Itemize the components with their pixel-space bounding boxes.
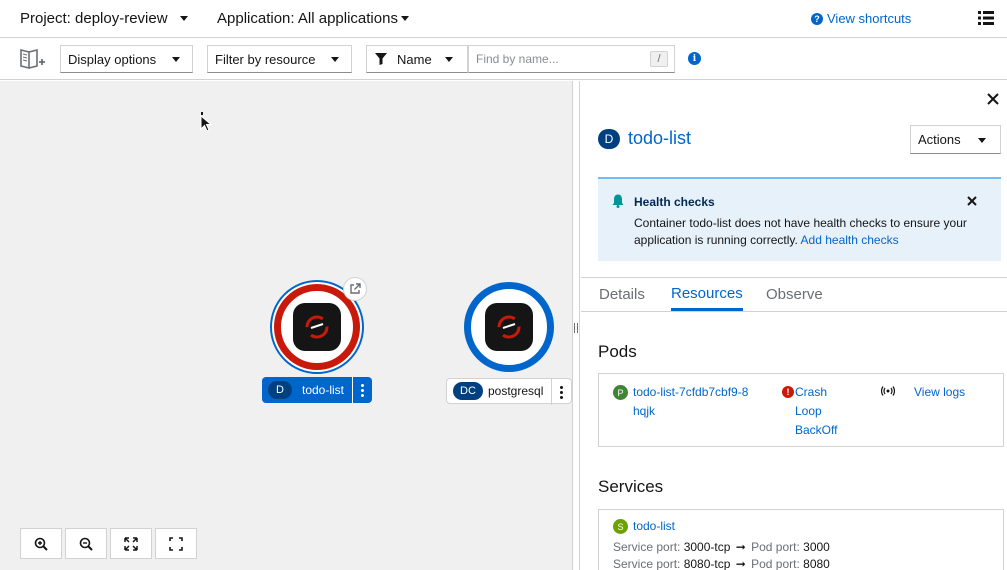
expand-icon bbox=[169, 536, 183, 551]
service-port-label: Service port: bbox=[613, 557, 681, 570]
deploymentconfig-badge: DC bbox=[453, 382, 483, 400]
pod-name-link[interactable]: todo-list-7cfdb7cbf9-8hqjk bbox=[633, 383, 753, 421]
info-icon[interactable]: i bbox=[688, 52, 701, 65]
project-selector-label: Project: deploy-review bbox=[20, 10, 168, 27]
tab-observe[interactable]: Observe bbox=[766, 278, 823, 311]
list-view-icon[interactable] bbox=[978, 11, 994, 25]
find-by-name-input[interactable]: Find by name... / bbox=[468, 45, 675, 73]
alert-title: Health checks bbox=[634, 195, 715, 209]
panel-title: D todo-list bbox=[598, 128, 691, 149]
actions-label: Actions bbox=[918, 132, 961, 147]
topology-node-todo-list[interactable] bbox=[270, 277, 367, 375]
openshift-runtime-icon bbox=[485, 303, 533, 351]
filter-icon bbox=[375, 53, 387, 65]
health-checks-alert: Health checks Container todo-list does n… bbox=[598, 177, 1001, 261]
expand-arrows-icon bbox=[124, 536, 138, 551]
alert-body: Container todo-list does not have health… bbox=[634, 215, 974, 249]
pod-port-label: Pod port: bbox=[751, 540, 800, 554]
caret-down-icon bbox=[331, 57, 339, 62]
arrow-right-icon: ➞ bbox=[735, 557, 746, 570]
node-name: todo-list bbox=[302, 383, 345, 397]
tab-resources[interactable]: Resources bbox=[671, 278, 743, 311]
pod-port-value: 8080 bbox=[803, 557, 830, 570]
openshift-runtime-icon bbox=[293, 303, 341, 351]
node-name: postgresql bbox=[488, 384, 544, 398]
find-by-name-placeholder: Find by name... bbox=[476, 52, 559, 66]
services-heading: Services bbox=[598, 477, 664, 496]
resource-side-panel: D todo-list Actions Health checks Contai… bbox=[581, 81, 1007, 570]
service-port-value: 3000-tcp bbox=[683, 540, 731, 554]
view-logs-link[interactable]: View logs bbox=[914, 383, 965, 402]
bell-icon bbox=[612, 194, 624, 208]
node-label-todo-list[interactable]: D todo-list bbox=[262, 377, 372, 403]
topology-canvas[interactable]: D todo-list DC postgresql bbox=[0, 81, 572, 570]
tab-details[interactable]: Details bbox=[599, 278, 645, 311]
pods-heading: Pods bbox=[598, 342, 637, 361]
kebab-menu-icon[interactable] bbox=[551, 379, 571, 405]
view-shortcuts-label: View shortcuts bbox=[827, 11, 912, 26]
filter-type-label: Name bbox=[397, 51, 432, 67]
view-shortcuts-link[interactable]: ? View shortcuts bbox=[811, 11, 911, 26]
filter-by-resource-dropdown[interactable]: Filter by resource bbox=[207, 45, 352, 73]
caret-down-icon bbox=[179, 16, 188, 21]
reset-view-button[interactable] bbox=[155, 528, 197, 559]
project-selector[interactable]: Project: deploy-review bbox=[20, 10, 188, 27]
service-port-line: Service port: 8080-tcp ➞ Pod port: 8080 bbox=[613, 557, 830, 570]
caret-down-icon bbox=[400, 16, 409, 21]
close-icon[interactable] bbox=[967, 196, 977, 206]
service-port-label: Service port: bbox=[613, 540, 681, 554]
deployment-badge: D bbox=[268, 381, 292, 399]
service-badge: S bbox=[613, 519, 628, 534]
pod-badge: P bbox=[613, 385, 628, 400]
error-circle-icon: ! bbox=[782, 386, 794, 398]
pod-status-link[interactable]: Crash Loop BackOff bbox=[795, 383, 855, 440]
quick-search-icon[interactable] bbox=[20, 48, 46, 70]
open-url-icon[interactable] bbox=[343, 277, 367, 301]
drag-grip-icon bbox=[574, 323, 578, 333]
caret-down-icon bbox=[978, 138, 986, 143]
actions-dropdown[interactable]: Actions bbox=[910, 125, 1001, 154]
pod-port-label: Pod port: bbox=[751, 557, 800, 570]
pod-row: P todo-list-7cfdb7cbf9-8hqjk ! Crash Loo… bbox=[598, 373, 1004, 447]
zoom-out-button[interactable] bbox=[65, 528, 107, 559]
zoom-controls bbox=[20, 528, 197, 559]
kebab-menu-icon[interactable] bbox=[352, 377, 372, 403]
filter-by-resource-label: Filter by resource bbox=[215, 51, 316, 67]
signal-icon bbox=[881, 386, 895, 396]
close-icon[interactable] bbox=[986, 92, 1000, 106]
application-selector[interactable]: Application: All applications bbox=[217, 10, 409, 27]
zoom-in-icon bbox=[34, 537, 48, 551]
application-selector-label: Application: All applications bbox=[217, 10, 398, 27]
zoom-in-button[interactable] bbox=[20, 528, 62, 559]
mouse-cursor-icon bbox=[200, 112, 213, 132]
service-port-value: 8080-tcp bbox=[683, 557, 731, 570]
caret-down-icon bbox=[172, 57, 180, 62]
topology-node-postgresql[interactable] bbox=[464, 282, 555, 373]
topology-toolbar: Display options Filter by resource Name … bbox=[0, 38, 1007, 80]
service-row: S todo-list Service port: 3000-tcp ➞ Pod… bbox=[598, 509, 1004, 570]
fit-to-screen-button[interactable] bbox=[110, 528, 152, 559]
top-bar: Project: deploy-review Application: All … bbox=[0, 0, 1007, 38]
question-circle-icon: ? bbox=[811, 12, 823, 25]
caret-down-icon bbox=[445, 57, 453, 62]
resource-name-link[interactable]: todo-list bbox=[628, 128, 691, 149]
service-name-link[interactable]: todo-list bbox=[633, 519, 675, 533]
panel-tabs: Details Resources Observe bbox=[581, 277, 1007, 312]
filter-type-dropdown[interactable]: Name bbox=[366, 45, 468, 73]
add-health-checks-link[interactable]: Add health checks bbox=[801, 233, 899, 247]
node-label-postgresql[interactable]: DC postgresql bbox=[446, 378, 572, 405]
arrow-right-icon: ➞ bbox=[735, 540, 746, 554]
service-port-line: Service port: 3000-tcp ➞ Pod port: 3000 bbox=[613, 540, 830, 554]
display-options-label: Display options bbox=[68, 51, 157, 67]
display-options-dropdown[interactable]: Display options bbox=[60, 45, 193, 73]
keyboard-shortcut-hint: / bbox=[650, 51, 668, 67]
zoom-out-icon bbox=[79, 537, 93, 551]
panel-resize-handle[interactable] bbox=[572, 81, 580, 570]
pod-port-value: 3000 bbox=[803, 540, 830, 554]
deployment-badge: D bbox=[598, 128, 620, 149]
